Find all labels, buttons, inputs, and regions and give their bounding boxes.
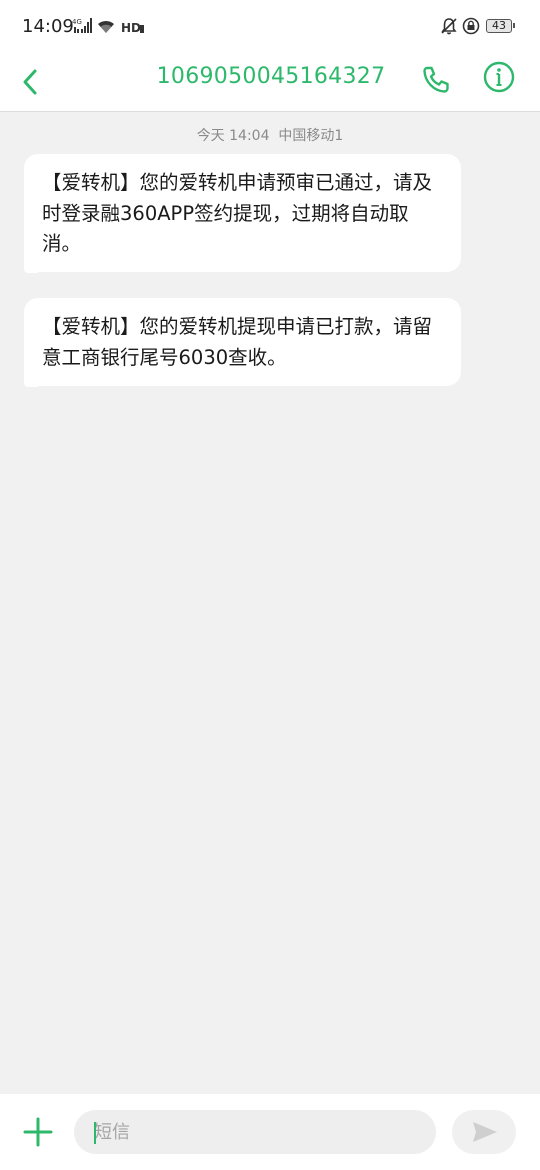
timestamp-carrier: 中国移动1 (278, 128, 344, 144)
send-button[interactable] (452, 1110, 516, 1154)
back-button[interactable] (16, 62, 48, 102)
svg-text:4G: 4G (72, 18, 82, 26)
wifi-icon (96, 17, 116, 35)
info-icon (483, 61, 515, 93)
bell-mute-icon (440, 17, 458, 35)
message-bubble[interactable]: 【爱转机】您的爱转机申请预审已通过，请及时登录融360APP签约提现，过期将自动… (24, 154, 461, 273)
text-caret (94, 1122, 96, 1144)
back-arrow-icon (23, 69, 37, 95)
message-text: 【爱转机】您的爱转机提现申请已打款，请留意工商银行尾号6030查收。 (42, 315, 433, 369)
status-time: 14:09 (22, 16, 74, 37)
message-text: 【爱转机】您的爱转机申请预审已通过，请及时登录融360APP签约提现，过期将自动… (42, 171, 433, 255)
timestamp-time: 今天 14:04 (196, 128, 270, 144)
contact-number: 1069050045164327 (156, 64, 386, 89)
signal-icon: 4G (72, 17, 92, 35)
plus-icon (23, 1117, 53, 1147)
conversation-header: 1069050045164327 (0, 54, 540, 112)
message-list[interactable]: 今天 14:04 中国移动1 【爱转机】您的爱转机申请预审已通过，请及时登录融3… (0, 112, 540, 1094)
compose-bar (0, 1094, 540, 1170)
hd-icon: HD (121, 19, 145, 35)
svg-text:HD: HD (121, 21, 141, 35)
call-button[interactable] (418, 62, 454, 98)
status-bar: 14:09 4G HD 43 (0, 0, 540, 54)
send-icon (473, 1122, 497, 1142)
message-input[interactable] (74, 1110, 436, 1154)
info-button[interactable] (481, 59, 517, 95)
phone-icon (423, 66, 449, 93)
add-attachment-button[interactable] (22, 1116, 54, 1148)
message-bubble[interactable]: 【爱转机】您的爱转机提现申请已打款，请留意工商银行尾号6030查收。 (24, 298, 461, 387)
message-timestamp: 今天 14:04 中国移动1 (0, 125, 540, 145)
rotation-lock-icon (462, 17, 480, 35)
battery-icon: 43 (486, 19, 515, 33)
